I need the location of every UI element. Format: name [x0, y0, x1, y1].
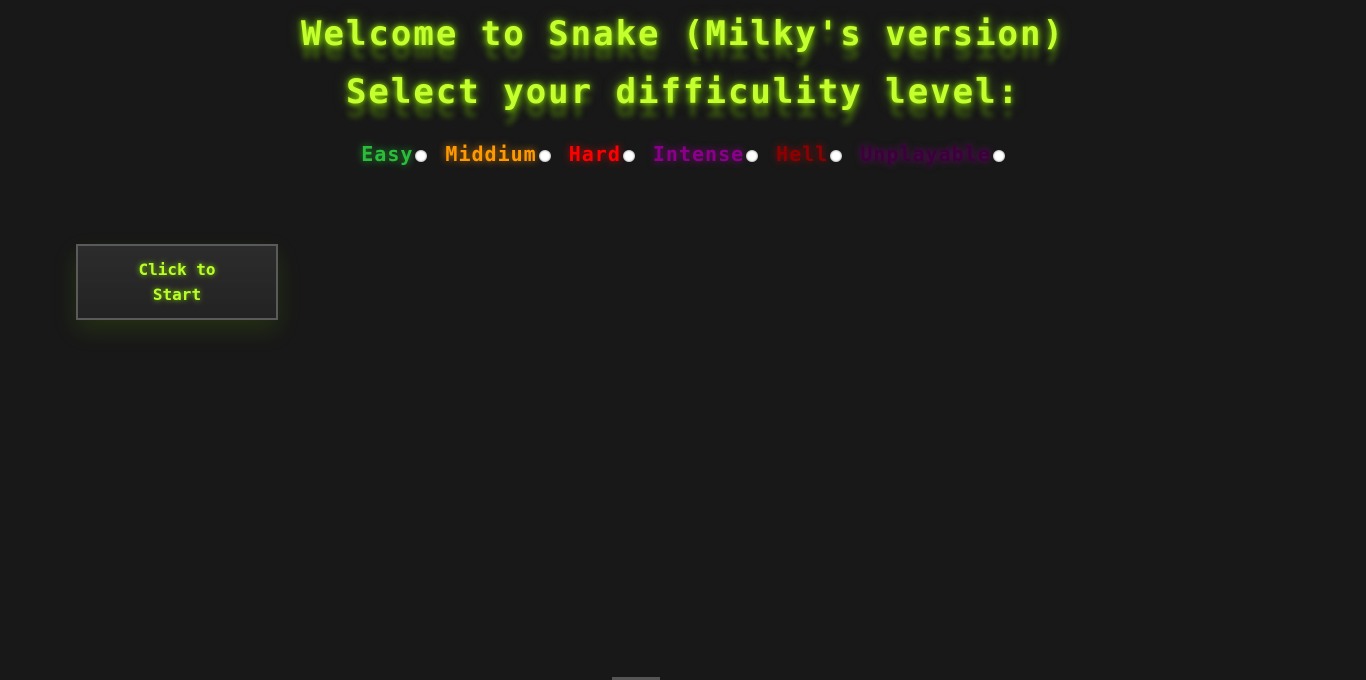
welcome-title: Welcome to Snake (Milky's version) — [301, 14, 1065, 54]
difficulty-unplayable[interactable]: Unplayable — [860, 142, 1005, 166]
difficulty-hell[interactable]: Hell — [776, 142, 843, 166]
difficulty-hard[interactable]: Hard — [569, 142, 635, 166]
difficulty-easy-label: Easy — [361, 142, 414, 166]
difficulty-middium-radio[interactable] — [538, 150, 551, 162]
difficulty-intense[interactable]: Intense — [652, 142, 759, 166]
start-button-label: Click to Start — [138, 260, 216, 304]
difficulty-selector: Easy Middium Hard Intense Hell Unplayabl… — [0, 142, 1366, 166]
difficulty-unplayable-radio[interactable] — [992, 150, 1005, 162]
difficulty-middium-label: Middium — [445, 142, 537, 166]
difficulty-unplayable-label: Unplayable — [860, 142, 991, 166]
difficulty-prompt: Select your difficulity level: — [345, 72, 1021, 112]
difficulty-hell-label: Hell — [776, 142, 829, 166]
difficulty-easy[interactable]: Easy — [361, 142, 428, 166]
difficulty-hard-radio[interactable] — [622, 150, 635, 162]
start-button[interactable]: Click to Start — [76, 244, 278, 320]
difficulty-middium[interactable]: Middium — [445, 142, 551, 166]
difficulty-intense-radio[interactable] — [746, 150, 759, 162]
difficulty-intense-label: Intense — [652, 142, 745, 166]
difficulty-hell-radio[interactable] — [830, 150, 843, 162]
difficulty-hard-label: Hard — [568, 142, 621, 166]
difficulty-easy-radio[interactable] — [415, 150, 428, 162]
